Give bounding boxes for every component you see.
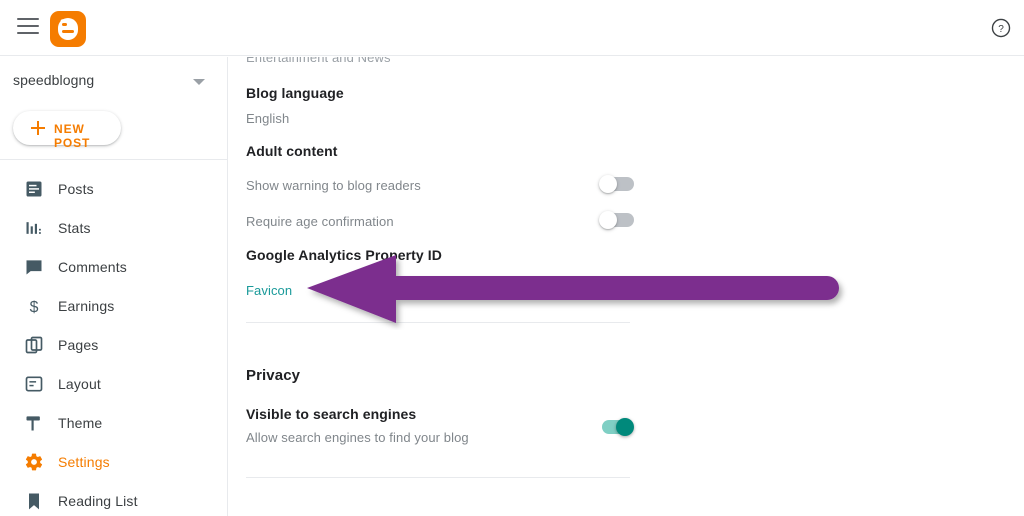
- svg-text:?: ?: [998, 24, 1004, 35]
- toggle-knob: [616, 418, 634, 436]
- sidebar-item-label: Reading List: [58, 492, 138, 509]
- adult-content-heading: Adult content: [246, 143, 338, 159]
- comments-bubble-icon: [24, 257, 44, 277]
- plus-icon: [31, 121, 45, 135]
- visible-to-search-engines-toggle[interactable]: [598, 418, 634, 436]
- google-analytics-heading[interactable]: Google Analytics Property ID: [246, 247, 442, 263]
- blogger-settings-screen: ? speedblogng NEW POST Posts Stats Comme…: [0, 0, 1024, 516]
- require-age-confirmation-toggle[interactable]: [599, 211, 635, 229]
- sidebar-item-comments[interactable]: Comments: [0, 247, 227, 286]
- new-post-button[interactable]: NEW POST: [13, 111, 121, 150]
- help-circle-icon[interactable]: ?: [990, 17, 1012, 39]
- sidebar-divider: [0, 159, 227, 160]
- show-warning-toggle[interactable]: [599, 175, 635, 193]
- favicon-link[interactable]: Favicon: [246, 283, 292, 298]
- theme-roller-icon: [24, 413, 44, 433]
- reading-list-bookmark-icon: [24, 491, 44, 511]
- show-warning-label: Show warning to blog readers: [246, 178, 421, 193]
- sidebar-item-theme[interactable]: Theme: [0, 403, 227, 442]
- blog-language-value[interactable]: English: [246, 111, 289, 126]
- hamburger-line: [17, 32, 39, 34]
- sidebar: speedblogng NEW POST Posts Stats Comment…: [0, 57, 228, 516]
- top-app-bar: ?: [0, 0, 1024, 56]
- settings-content-pane: Entertainment and News Blog language Eng…: [229, 57, 1024, 516]
- sidebar-item-label: Earnings: [58, 297, 115, 314]
- sidebar-item-label: Stats: [58, 219, 91, 236]
- svg-text:$: $: [30, 299, 39, 316]
- sidebar-item-label: Pages: [58, 336, 99, 353]
- sidebar-item-earnings[interactable]: $ Earnings: [0, 286, 227, 325]
- layout-icon: [24, 374, 44, 394]
- toggle-knob: [599, 175, 617, 193]
- visible-to-search-engines-label: Visible to search engines: [246, 406, 417, 422]
- visible-to-search-engines-description: Allow search engines to find your blog: [246, 430, 469, 445]
- blog-selector[interactable]: speedblogng: [0, 57, 227, 105]
- earnings-dollar-icon: $: [24, 296, 44, 316]
- sidebar-nav-list: Posts Stats Comments $ Earnings Pages La…: [0, 169, 227, 516]
- toggle-knob: [599, 211, 617, 229]
- require-age-confirmation-label: Require age confirmation: [246, 214, 394, 229]
- sidebar-item-label: Theme: [58, 414, 103, 431]
- posts-icon: [24, 179, 44, 199]
- logo-b-line: [62, 30, 74, 33]
- chevron-down-icon[interactable]: [193, 79, 205, 85]
- partial-category-label: Entertainment and News: [246, 57, 391, 65]
- blog-name-label: speedblogng: [13, 72, 95, 88]
- sidebar-item-label: Settings: [58, 453, 110, 470]
- sidebar-item-label: Comments: [58, 258, 127, 275]
- hamburger-line: [17, 25, 39, 27]
- logo-b-notch: [62, 23, 67, 26]
- sidebar-item-pages[interactable]: Pages: [0, 325, 227, 364]
- hamburger-menu-icon[interactable]: [17, 18, 39, 38]
- sidebar-item-settings[interactable]: Settings: [0, 442, 227, 481]
- settings-gear-icon: [24, 452, 44, 472]
- new-post-label: NEW POST: [54, 122, 91, 150]
- hamburger-line: [17, 18, 39, 20]
- blogger-logo-icon[interactable]: [50, 11, 86, 47]
- sidebar-item-stats[interactable]: Stats: [0, 208, 227, 247]
- sidebar-item-layout[interactable]: Layout: [0, 364, 227, 403]
- sidebar-item-label: Posts: [58, 180, 94, 197]
- sidebar-item-label: Layout: [58, 375, 101, 392]
- section-divider: [246, 477, 630, 478]
- sidebar-item-reading-list[interactable]: Reading List: [0, 481, 227, 516]
- help-glyph: ?: [991, 18, 1011, 38]
- section-divider: [246, 322, 630, 323]
- stats-bar-chart-icon: [24, 218, 44, 238]
- pages-copy-icon: [24, 335, 44, 355]
- sidebar-item-posts[interactable]: Posts: [0, 169, 227, 208]
- blog-language-heading[interactable]: Blog language: [246, 85, 344, 101]
- logo-b-body: [58, 18, 78, 40]
- privacy-section-title: Privacy: [246, 367, 301, 384]
